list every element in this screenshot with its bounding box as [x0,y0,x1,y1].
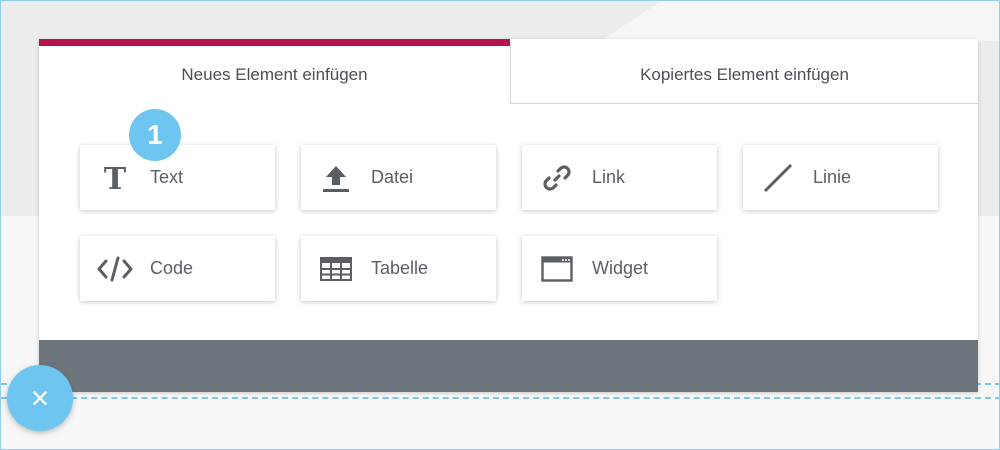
element-label: Code [150,258,194,278]
element-text-button[interactable]: T Text [80,145,275,210]
close-button[interactable]: × [7,365,73,431]
background-shape [601,1,999,41]
panel-footer [39,340,978,392]
element-line-button[interactable]: Linie [743,145,938,210]
tab-copied-element[interactable]: Kopiertes Element einfügen [510,39,978,104]
close-icon: × [30,379,50,416]
tab-label: Kopiertes Element einfügen [640,64,849,84]
element-widget-button[interactable]: Widget [522,236,717,301]
tab-new-element[interactable]: Neues Element einfügen [39,39,510,104]
element-label: Tabelle [371,258,429,278]
line-icon [743,145,813,210]
element-file-button[interactable]: Datei [301,145,496,210]
element-label: Widget [592,258,649,278]
table-icon [301,236,371,301]
drop-zone-line [1,397,999,399]
step-badge: 1 [129,109,181,161]
screen-frame: Neues Element einfügen Kopiertes Element… [0,0,1000,450]
code-icon [80,236,150,301]
element-label: Link [592,167,626,187]
element-link-button[interactable]: Link [522,145,717,210]
element-label: Text [150,167,184,187]
link-icon [522,145,592,210]
widget-icon [522,236,592,301]
svg-text:T: T [104,163,127,193]
element-code-button[interactable]: Code [80,236,275,301]
tab-label: Neues Element einfügen [181,65,368,84]
element-label: Datei [371,167,414,187]
element-label: Linie [813,167,852,187]
upload-icon [301,145,371,210]
element-table-button[interactable]: Tabelle [301,236,496,301]
